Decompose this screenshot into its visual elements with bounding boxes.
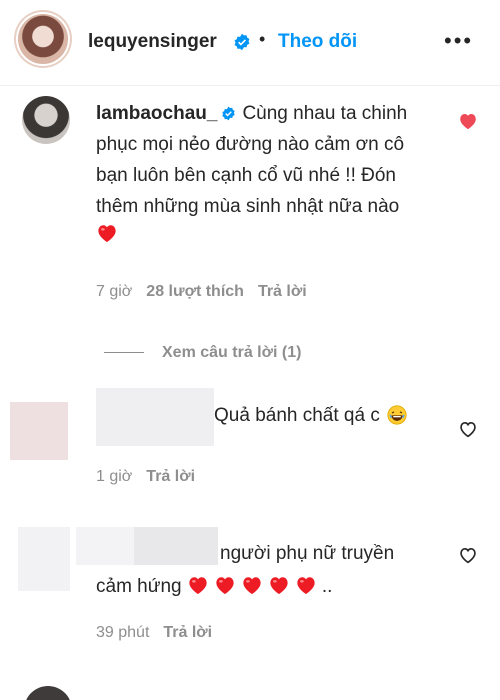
verified-badge-icon (222, 106, 236, 121)
comment-time: 39 phút (96, 624, 150, 641)
commenter-avatar[interactable] (24, 686, 72, 700)
red-heart-emoji-icon (189, 577, 207, 595)
comment-time: 1 giờ (96, 468, 133, 485)
profile-username[interactable]: lequyensinger (88, 31, 217, 53)
blurred-avatar (10, 402, 68, 460)
like-heart-outline-icon[interactable] (458, 546, 478, 564)
comment-body: lambaochau_ Cùng nhau ta chinh phục mọi n… (96, 98, 436, 253)
like-heart-outline-icon[interactable] (458, 420, 478, 438)
hearts-emoji-group (187, 573, 322, 606)
red-heart-emoji-icon (297, 577, 315, 595)
comment-meta: 1 giờ Trả lời (96, 468, 209, 486)
comment-suffix: .. (321, 576, 333, 597)
reply-button[interactable]: Trả lời (146, 468, 195, 485)
red-heart-emoji-icon (270, 577, 288, 595)
follow-button[interactable]: Theo dõi (278, 31, 357, 53)
comment-likes[interactable]: 28 lượt thích (146, 283, 244, 300)
view-replies-button[interactable]: Xem câu trả lời (1) (104, 344, 301, 362)
blurred-username (96, 388, 214, 446)
commenter-avatar[interactable] (22, 96, 70, 144)
post-header: lequyensinger • Theo dõi ••• (0, 0, 500, 86)
red-heart-emoji-icon (98, 225, 116, 243)
comment-meta: 39 phút Trả lời (96, 624, 226, 642)
more-options-icon[interactable]: ••• (444, 28, 473, 54)
divider (104, 352, 144, 354)
blurred-avatar (18, 527, 70, 591)
red-heart-emoji-icon (216, 577, 234, 595)
comment-text: Quả bánh chất qá c (214, 405, 380, 426)
comment-body: người phụ nữ truyền cảm hứng .. (96, 537, 426, 606)
comment-meta: 7 giờ 28 lượt thích Trả lời (96, 283, 321, 301)
comment-text: cảm hứng (96, 576, 182, 597)
view-replies-label: Xem câu trả lời (1) (162, 344, 302, 361)
verified-badge-icon (234, 33, 250, 51)
avatar[interactable] (18, 14, 68, 64)
comment-username[interactable]: lambaochau_ (96, 103, 217, 124)
comment-text: người phụ nữ truyền (220, 543, 395, 564)
comment-body: Quả bánh chất qá c (214, 405, 407, 427)
comment-time: 7 giờ (96, 283, 133, 300)
comment-text-line2: cảm hứng .. (96, 570, 426, 606)
like-heart-filled-icon[interactable] (458, 112, 478, 130)
reply-button[interactable]: Trả lời (258, 283, 307, 300)
red-heart-emoji-icon (243, 577, 261, 595)
laughing-face-emoji-icon (387, 405, 407, 425)
reply-button[interactable]: Trả lời (163, 624, 212, 641)
separator-dot: • (259, 29, 266, 49)
